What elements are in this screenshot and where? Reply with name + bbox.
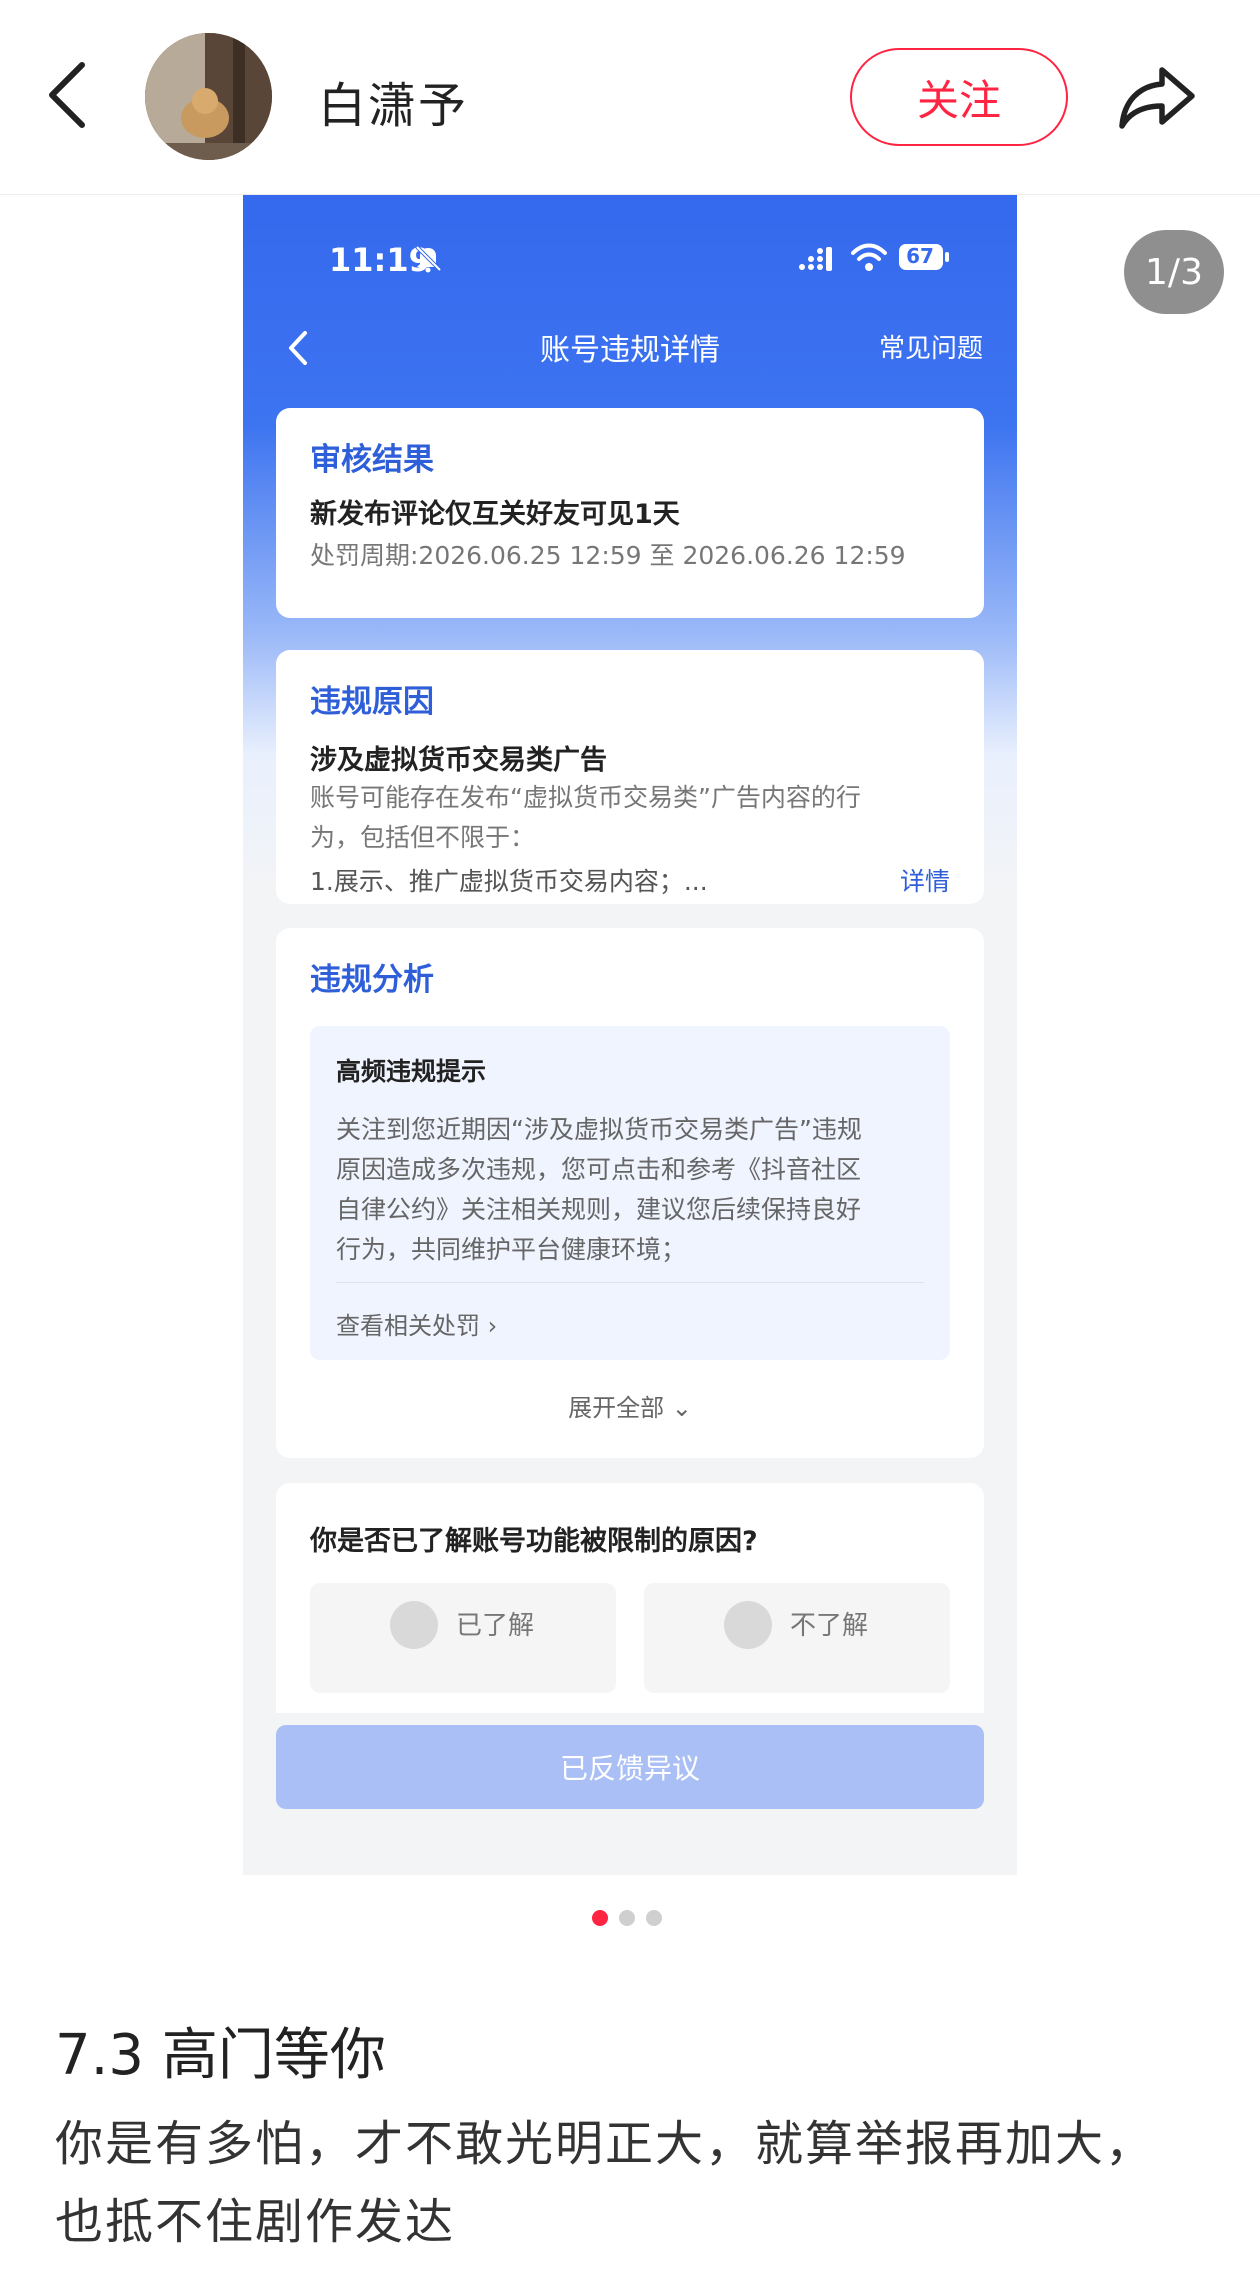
survey-question: 你是否已了解账号功能被限制的原因? xyxy=(310,1526,758,1557)
share-button[interactable] xyxy=(1112,52,1202,142)
violation-analysis-card: 违规分析 高频违规提示 关注到您近期因“涉及虚拟货币交易类广告”违规 原因造成多… xyxy=(276,928,984,1458)
app-header: 白潇予 关注 xyxy=(0,0,1260,195)
follow-button[interactable]: 关注 xyxy=(850,48,1068,146)
hint-title: 高频违规提示 xyxy=(336,1057,487,1086)
back-button[interactable] xyxy=(40,55,100,135)
understood-option[interactable]: 已了解 xyxy=(310,1583,616,1693)
mute-bell-icon xyxy=(415,245,442,273)
penalty-result: 新发布评论仅互关好友可见1天 xyxy=(310,499,680,530)
survey-card: 你是否已了解账号功能被限制的原因? 已了解 不了解 xyxy=(276,1483,984,1713)
high-frequency-hint: 高频违规提示 关注到您近期因“涉及虚拟货币交易类广告”违规 原因造成多次违规，您… xyxy=(310,1026,950,1360)
reason-description-line1: 账号可能存在发布“虚拟货币交易类”广告内容的行 xyxy=(310,783,861,812)
hint-line: 自律公约》关注相关规则，建议您后续保持良好 xyxy=(336,1195,862,1224)
post-title: 7.3 高门等你 xyxy=(55,2023,386,2088)
signal-icon xyxy=(799,247,832,271)
battery-level: 67 xyxy=(906,244,934,268)
pagination-dot-active[interactable] xyxy=(592,1910,608,1926)
option-label: 不了解 xyxy=(790,1611,869,1641)
smile-face-icon xyxy=(390,1601,438,1649)
avatar[interactable] xyxy=(145,33,272,160)
share-icon xyxy=(1119,67,1195,129)
related-penalty-link[interactable]: 查看相关处罚 › xyxy=(336,1306,497,1341)
hint-line: 原因造成多次违规，您可点击和参考《抖音社区 xyxy=(336,1155,862,1184)
detail-link[interactable]: 详情 xyxy=(900,862,950,902)
violation-reason: 涉及虚拟货币交易类广告 xyxy=(310,745,607,776)
avatar-image xyxy=(145,33,272,160)
not-understood-option[interactable]: 不了解 xyxy=(644,1583,950,1693)
post-body: 你是有多怕，才不敢光明正大，就算举报再加大，也抵不住剧作发达 xyxy=(55,2116,1156,2250)
feedback-submitted-button[interactable]: 已反馈异议 xyxy=(276,1725,984,1809)
option-label: 已了解 xyxy=(456,1611,535,1641)
faq-link[interactable]: 常见问题 xyxy=(879,328,983,365)
username[interactable]: 白潇予 xyxy=(318,66,468,136)
hint-line: 关注到您近期因“涉及虚拟货币交易类广告”违规 xyxy=(336,1115,862,1144)
image-counter: 1/3 xyxy=(1124,230,1224,314)
confused-face-icon xyxy=(724,1601,772,1649)
divider xyxy=(336,1282,924,1283)
review-result-card: 审核结果 新发布评论仅互关好友可见1天 处罚周期:2026.06.25 12:5… xyxy=(276,408,984,618)
wifi-icon xyxy=(851,243,887,271)
reason-item: 1.展示、推广虚拟货币交易内容；... xyxy=(310,867,708,896)
card-title: 违规原因 xyxy=(310,684,434,720)
card-title: 违规分析 xyxy=(310,962,434,998)
chevron-left-icon xyxy=(49,62,85,128)
penalty-period: 处罚周期:2026.06.25 12:59 至 2026.06.26 12:59 xyxy=(310,541,906,570)
expand-all-button[interactable]: 展开全部 ⌄ xyxy=(276,1388,984,1423)
violation-reason-card: 违规原因 涉及虚拟货币交易类广告 账号可能存在发布“虚拟货币交易类”广告内容的行… xyxy=(276,650,984,904)
hint-text: 关注到您近期因“涉及虚拟货币交易类广告”违规 原因造成多次违规，您可点击和参考《… xyxy=(336,1110,936,1270)
pagination-dot[interactable] xyxy=(619,1910,635,1926)
reason-description-line2: 为，包括但不限于： xyxy=(310,823,536,852)
hint-line: 行为，共同维护平台健康环境； xyxy=(336,1235,687,1264)
pagination-dot[interactable] xyxy=(646,1910,662,1926)
screenshot-image: 11:19 67 账号违规详情 常见问题 审核结果 新发布评论仅互关好友可见1天… xyxy=(243,195,1017,1875)
card-title: 审核结果 xyxy=(310,442,434,478)
